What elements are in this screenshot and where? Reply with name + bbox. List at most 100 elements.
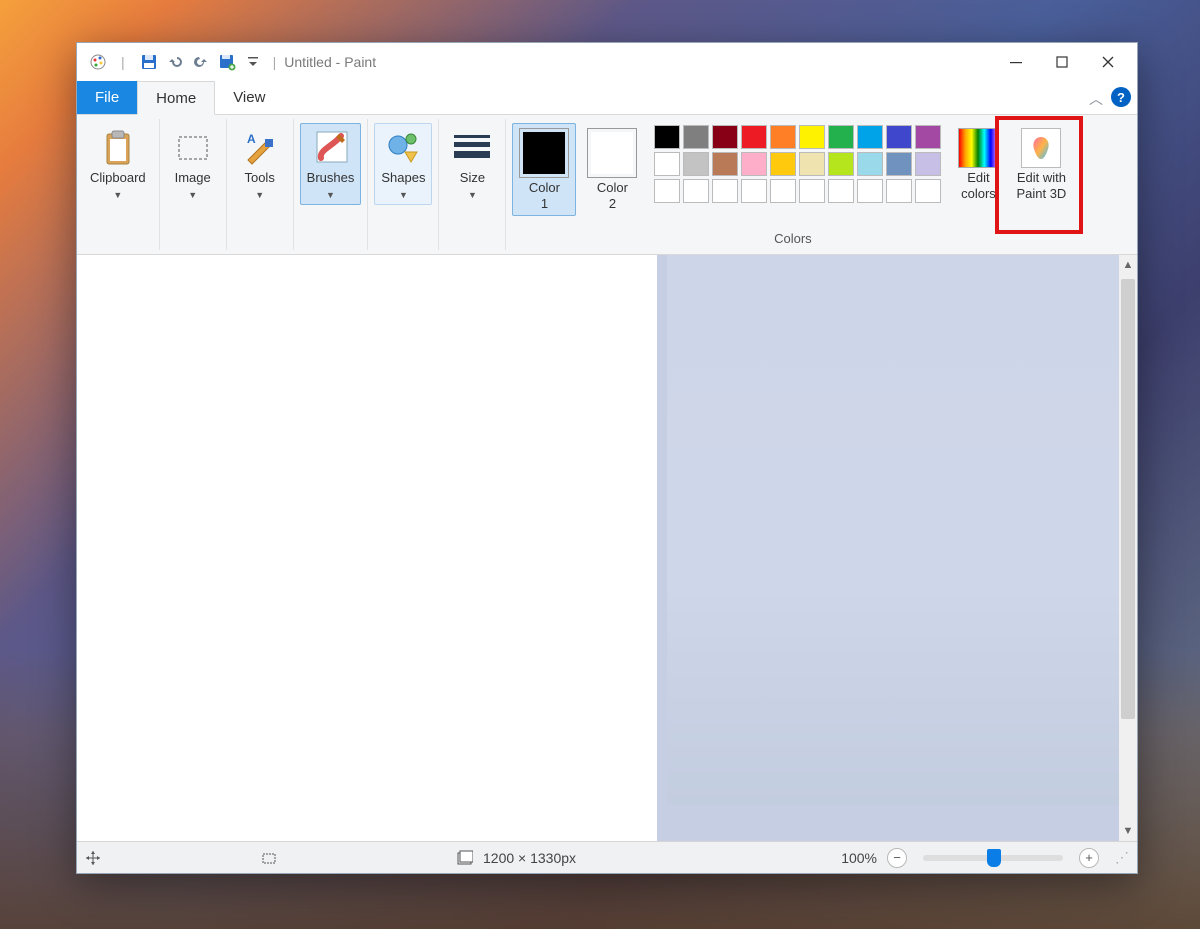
color-swatch[interactable] bbox=[741, 179, 767, 203]
image-button[interactable]: Image ▼ bbox=[166, 123, 220, 205]
color-swatch[interactable] bbox=[799, 125, 825, 149]
color-swatch[interactable] bbox=[915, 125, 941, 149]
chevron-down-icon: ▼ bbox=[188, 190, 197, 200]
vertical-scrollbar[interactable]: ▲ ▼ bbox=[1119, 255, 1137, 841]
color-swatch[interactable] bbox=[828, 179, 854, 203]
tools-button[interactable]: A Tools ▼ bbox=[233, 123, 287, 205]
group-clipboard: Clipboard ▼ bbox=[77, 119, 160, 250]
zoom-level: 100% bbox=[841, 850, 877, 866]
ribbon: Clipboard ▼ Image ▼ A Tools ▼ bbox=[77, 115, 1137, 255]
colors-group-label: Colors bbox=[774, 229, 812, 246]
tab-home[interactable]: Home bbox=[137, 81, 215, 115]
chevron-down-icon: ▼ bbox=[255, 190, 264, 200]
color-swatch[interactable] bbox=[683, 152, 709, 176]
svg-text:A: A bbox=[247, 132, 256, 146]
clipboard-icon bbox=[98, 128, 138, 168]
maximize-button[interactable] bbox=[1039, 46, 1085, 78]
color-swatch[interactable] bbox=[712, 125, 738, 149]
color-swatch[interactable] bbox=[741, 125, 767, 149]
save-button[interactable] bbox=[137, 50, 161, 74]
paint-window: | | Untitled - Paint F bbox=[76, 42, 1138, 874]
color-swatch[interactable] bbox=[654, 125, 680, 149]
color-swatch[interactable] bbox=[857, 179, 883, 203]
color-swatch[interactable] bbox=[741, 152, 767, 176]
minimize-button[interactable] bbox=[993, 46, 1039, 78]
tab-file[interactable]: File bbox=[77, 81, 137, 114]
select-icon bbox=[173, 128, 213, 168]
color-swatch[interactable] bbox=[799, 179, 825, 203]
color-swatch[interactable] bbox=[654, 179, 680, 203]
canvas[interactable] bbox=[77, 255, 657, 841]
color-swatch[interactable] bbox=[857, 125, 883, 149]
group-colors: Color 1 Color 2 Edit colors Edit with Pa… bbox=[506, 119, 1079, 250]
chevron-down-icon: ▼ bbox=[468, 190, 477, 200]
quick-access-toolbar bbox=[137, 50, 265, 74]
clipboard-button[interactable]: Clipboard ▼ bbox=[83, 123, 153, 205]
color-swatch[interactable] bbox=[770, 152, 796, 176]
edit-with-paint3d-button[interactable]: Edit with Paint 3D bbox=[1009, 123, 1073, 206]
group-tools: A Tools ▼ bbox=[227, 119, 294, 250]
collapse-ribbon-icon[interactable]: ︿ bbox=[1089, 89, 1103, 109]
redo-button[interactable] bbox=[189, 50, 213, 74]
rainbow-icon bbox=[958, 128, 998, 168]
qat-customize-button[interactable] bbox=[241, 50, 265, 74]
color-swatch[interactable] bbox=[712, 152, 738, 176]
color-swatch[interactable] bbox=[886, 152, 912, 176]
group-image: Image ▼ bbox=[160, 119, 227, 250]
color-swatch[interactable] bbox=[915, 179, 941, 203]
color-swatch[interactable] bbox=[857, 152, 883, 176]
group-size: Size ▼ bbox=[439, 119, 506, 250]
chevron-down-icon: ▼ bbox=[326, 190, 335, 200]
titlebar: | | Untitled - Paint bbox=[77, 43, 1137, 81]
zoom-slider[interactable] bbox=[923, 855, 1063, 861]
tab-view[interactable]: View bbox=[215, 81, 283, 114]
scroll-down-icon[interactable]: ▼ bbox=[1119, 821, 1137, 841]
paint3d-icon bbox=[1021, 128, 1061, 168]
qat-save-as-button[interactable] bbox=[215, 50, 239, 74]
chevron-down-icon: ▼ bbox=[113, 190, 122, 200]
color2-swatch bbox=[587, 128, 637, 178]
help-button[interactable]: ? bbox=[1111, 87, 1131, 107]
paint-app-icon bbox=[89, 53, 107, 71]
color-swatch[interactable] bbox=[683, 125, 709, 149]
zoom-slider-thumb[interactable] bbox=[987, 849, 1001, 867]
edit-colors-button[interactable]: Edit colors bbox=[951, 123, 1005, 206]
shapes-icon bbox=[383, 128, 423, 168]
resize-grip-icon[interactable]: ⋰ bbox=[1115, 849, 1129, 866]
pasted-region[interactable] bbox=[667, 255, 1119, 805]
color-swatch[interactable] bbox=[770, 179, 796, 203]
work-area: ▲ ▼ bbox=[77, 255, 1137, 841]
color-swatch[interactable] bbox=[683, 179, 709, 203]
canvas-dimensions: 1200 × 1330px bbox=[483, 850, 576, 866]
cursor-pos-icon bbox=[85, 850, 101, 866]
close-button[interactable] bbox=[1085, 46, 1131, 78]
color-swatch[interactable] bbox=[915, 152, 941, 176]
scroll-up-icon[interactable]: ▲ bbox=[1119, 255, 1137, 275]
color-swatch[interactable] bbox=[828, 125, 854, 149]
status-bar: 1200 × 1330px 100% − + ⋰ bbox=[77, 841, 1137, 873]
group-shapes: Shapes ▼ bbox=[368, 119, 439, 250]
color-swatch[interactable] bbox=[799, 152, 825, 176]
color-palette bbox=[654, 125, 941, 203]
color-swatch[interactable] bbox=[712, 179, 738, 203]
color-swatch[interactable] bbox=[886, 179, 912, 203]
size-button[interactable]: Size ▼ bbox=[445, 123, 499, 205]
zoom-in-button[interactable]: + bbox=[1079, 848, 1099, 868]
color1-button[interactable]: Color 1 bbox=[512, 123, 576, 216]
group-brushes: Brushes ▼ bbox=[294, 119, 369, 250]
ribbon-tabs: File Home View ︿ ? bbox=[77, 81, 1137, 115]
shapes-button[interactable]: Shapes ▼ bbox=[374, 123, 432, 205]
color-swatch[interactable] bbox=[770, 125, 796, 149]
brush-icon bbox=[311, 128, 351, 168]
scrollbar-thumb[interactable] bbox=[1121, 279, 1135, 719]
color1-swatch bbox=[519, 128, 569, 178]
tools-icon: A bbox=[240, 128, 280, 168]
color-swatch[interactable] bbox=[828, 152, 854, 176]
brushes-button[interactable]: Brushes ▼ bbox=[300, 123, 362, 205]
zoom-out-button[interactable]: − bbox=[887, 848, 907, 868]
color-swatch[interactable] bbox=[886, 125, 912, 149]
color2-button[interactable]: Color 2 bbox=[580, 123, 644, 216]
color-swatch[interactable] bbox=[654, 152, 680, 176]
undo-button[interactable] bbox=[163, 50, 187, 74]
chevron-down-icon: ▼ bbox=[399, 190, 408, 200]
